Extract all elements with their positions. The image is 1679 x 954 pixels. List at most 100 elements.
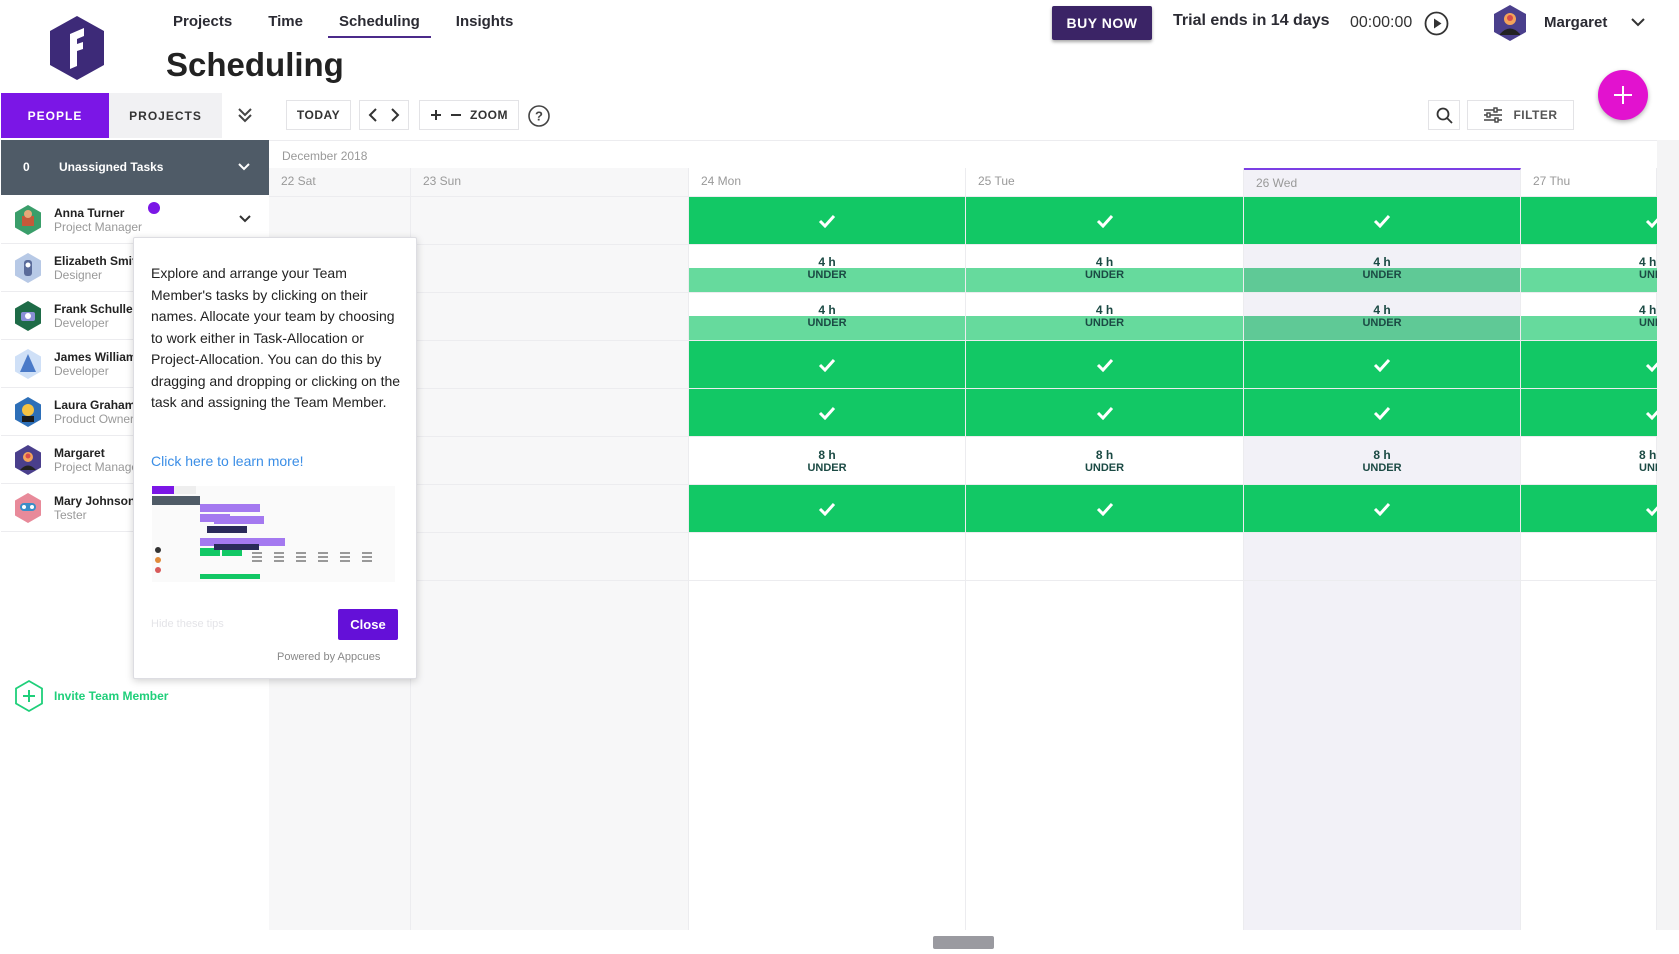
nav-projects[interactable]: Projects (162, 0, 243, 38)
allocation-cell-full[interactable] (1521, 389, 1657, 436)
under-label: UNDER (1362, 317, 1402, 329)
unassigned-label: Unassigned Tasks (59, 160, 164, 174)
allocation-cell-full[interactable] (1244, 389, 1520, 436)
buy-now-button[interactable]: BUY NOW (1052, 6, 1152, 40)
chevron-left-icon[interactable] (368, 108, 378, 122)
under-hours: 4 h (818, 255, 836, 269)
allocation-cell-full[interactable] (966, 341, 1243, 388)
tab-people[interactable]: PEOPLE (1, 93, 109, 138)
double-chevron-down-icon[interactable] (236, 106, 254, 124)
zoom-in-icon[interactable] (430, 109, 442, 121)
zoom-control: ZOOM (419, 100, 519, 130)
allocation-cell-full[interactable] (689, 341, 965, 388)
allocation-cell-under[interactable]: 8 hUNDER (1244, 437, 1520, 484)
allocation-cell-full[interactable] (1521, 197, 1657, 244)
search-button[interactable] (1428, 100, 1460, 130)
help-icon[interactable]: ? (528, 105, 550, 127)
allocation-cell-full[interactable] (1244, 197, 1520, 244)
filter-button[interactable]: FILTER (1467, 100, 1574, 130)
check-icon (1645, 361, 1657, 372)
invite-team-member-button[interactable]: Invite Team Member (1, 673, 269, 719)
allocation-cell-full[interactable] (966, 197, 1243, 244)
chevron-down-icon[interactable] (237, 162, 251, 172)
day-label: 22 Sat (281, 174, 316, 188)
allocation-cell-under[interactable]: 4 hUNDER (1521, 245, 1657, 292)
horizontal-scrollbar-thumb[interactable] (933, 936, 994, 949)
allocation-cell-under[interactable]: 4 hUNDER (966, 245, 1243, 292)
chevron-down-icon[interactable] (1630, 16, 1646, 28)
person-name: Laura Graham (54, 398, 136, 412)
under-label: UNDER (1639, 269, 1657, 281)
day-label: 24 Mon (701, 174, 742, 188)
under-hours: 4 h (1639, 255, 1657, 269)
allocation-cell-under[interactable]: 8 hUNDER (1521, 437, 1657, 484)
nav-time[interactable]: Time (257, 0, 314, 38)
today-button[interactable]: TODAY (286, 100, 351, 130)
allocation-cell-under[interactable]: 8 hUNDER (689, 437, 965, 484)
under-hours: 4 h (1373, 303, 1391, 317)
nav-insights[interactable]: Insights (445, 0, 525, 38)
allocation-cell-under[interactable]: 4 hUNDER (1244, 293, 1520, 340)
filter-label: FILTER (1513, 108, 1558, 122)
under-hours: 4 h (1095, 255, 1114, 269)
avatar-icon (15, 205, 41, 235)
user-avatar-icon[interactable] (1492, 4, 1528, 42)
allocation-cell-under[interactable]: 8 hUNDER (966, 437, 1243, 484)
allocation-cell-full[interactable] (1244, 485, 1520, 532)
under-band (1521, 316, 1657, 340)
allocation-cell-under[interactable]: 4 hUNDER (689, 293, 965, 340)
chevron-right-icon[interactable] (390, 108, 400, 122)
avatar-icon (15, 349, 41, 379)
check-icon (818, 358, 836, 372)
check-icon (1373, 502, 1391, 516)
under-label: UNDER (1084, 269, 1125, 281)
user-name[interactable]: Margaret (1544, 14, 1607, 31)
zoom-out-icon[interactable] (450, 109, 462, 121)
chevron-down-icon[interactable] (238, 214, 252, 224)
allocation-cell-full[interactable] (1244, 341, 1520, 388)
person-role: Designer (54, 268, 103, 282)
tutorial-thumbnail (152, 486, 395, 582)
close-tooltip-button[interactable]: Close (338, 609, 398, 640)
allocation-cell-full[interactable] (689, 197, 965, 244)
allocation-cell-full[interactable] (1521, 341, 1657, 388)
under-hours: 8 h (1373, 448, 1391, 462)
under-label: UNDER (807, 462, 847, 474)
allocation-cell-full[interactable] (1521, 485, 1657, 532)
person-role: Tester (54, 508, 87, 522)
allocation-cell-full[interactable] (966, 389, 1243, 436)
check-icon (818, 406, 836, 420)
check-icon (1645, 409, 1657, 420)
row-divider (269, 580, 1657, 581)
person-name: Frank Schuller (54, 302, 138, 316)
nav-scheduling[interactable]: Scheduling (327, 0, 431, 38)
tab-projects[interactable]: PROJECTS (109, 93, 222, 138)
vertical-scrollbar[interactable] (1657, 140, 1679, 930)
person-role: Developer (54, 364, 109, 378)
date-pager (359, 100, 409, 130)
unassigned-tasks-row[interactable]: 0 Unassigned Tasks (1, 140, 269, 195)
allocation-cell-under[interactable]: 4 hUNDER (966, 293, 1243, 340)
hide-tips-toggle[interactable]: Hide these tips (151, 618, 224, 630)
learn-more-link[interactable]: Click here to learn more! (151, 453, 304, 469)
trial-notice: Trial ends in 14 days (1173, 12, 1330, 29)
plus-icon (1614, 86, 1632, 104)
allocation-cell-full[interactable] (966, 485, 1243, 532)
check-icon (1373, 358, 1391, 372)
under-label: UNDER (1084, 462, 1125, 474)
allocation-cell-under[interactable]: 4 hUNDER (1244, 245, 1520, 292)
check-icon (1373, 406, 1391, 420)
check-icon (1645, 505, 1657, 516)
add-fab-button[interactable] (1598, 70, 1648, 120)
allocation-cell-full[interactable] (689, 389, 965, 436)
under-label: UNDER (1639, 462, 1657, 474)
person-name: Anna Turner (54, 206, 125, 220)
allocation-cell-under[interactable]: 4 hUNDER (689, 245, 965, 292)
play-timer-icon[interactable] (1424, 11, 1449, 36)
unassigned-count: 0 (23, 160, 30, 174)
allocation-cell-full[interactable] (689, 485, 965, 532)
avatar-icon (15, 397, 41, 427)
allocation-cell-under[interactable]: 4 hUNDER (1521, 293, 1657, 340)
app-logo-icon[interactable] (46, 14, 108, 82)
timer-display: 00:00:00 (1350, 14, 1413, 31)
